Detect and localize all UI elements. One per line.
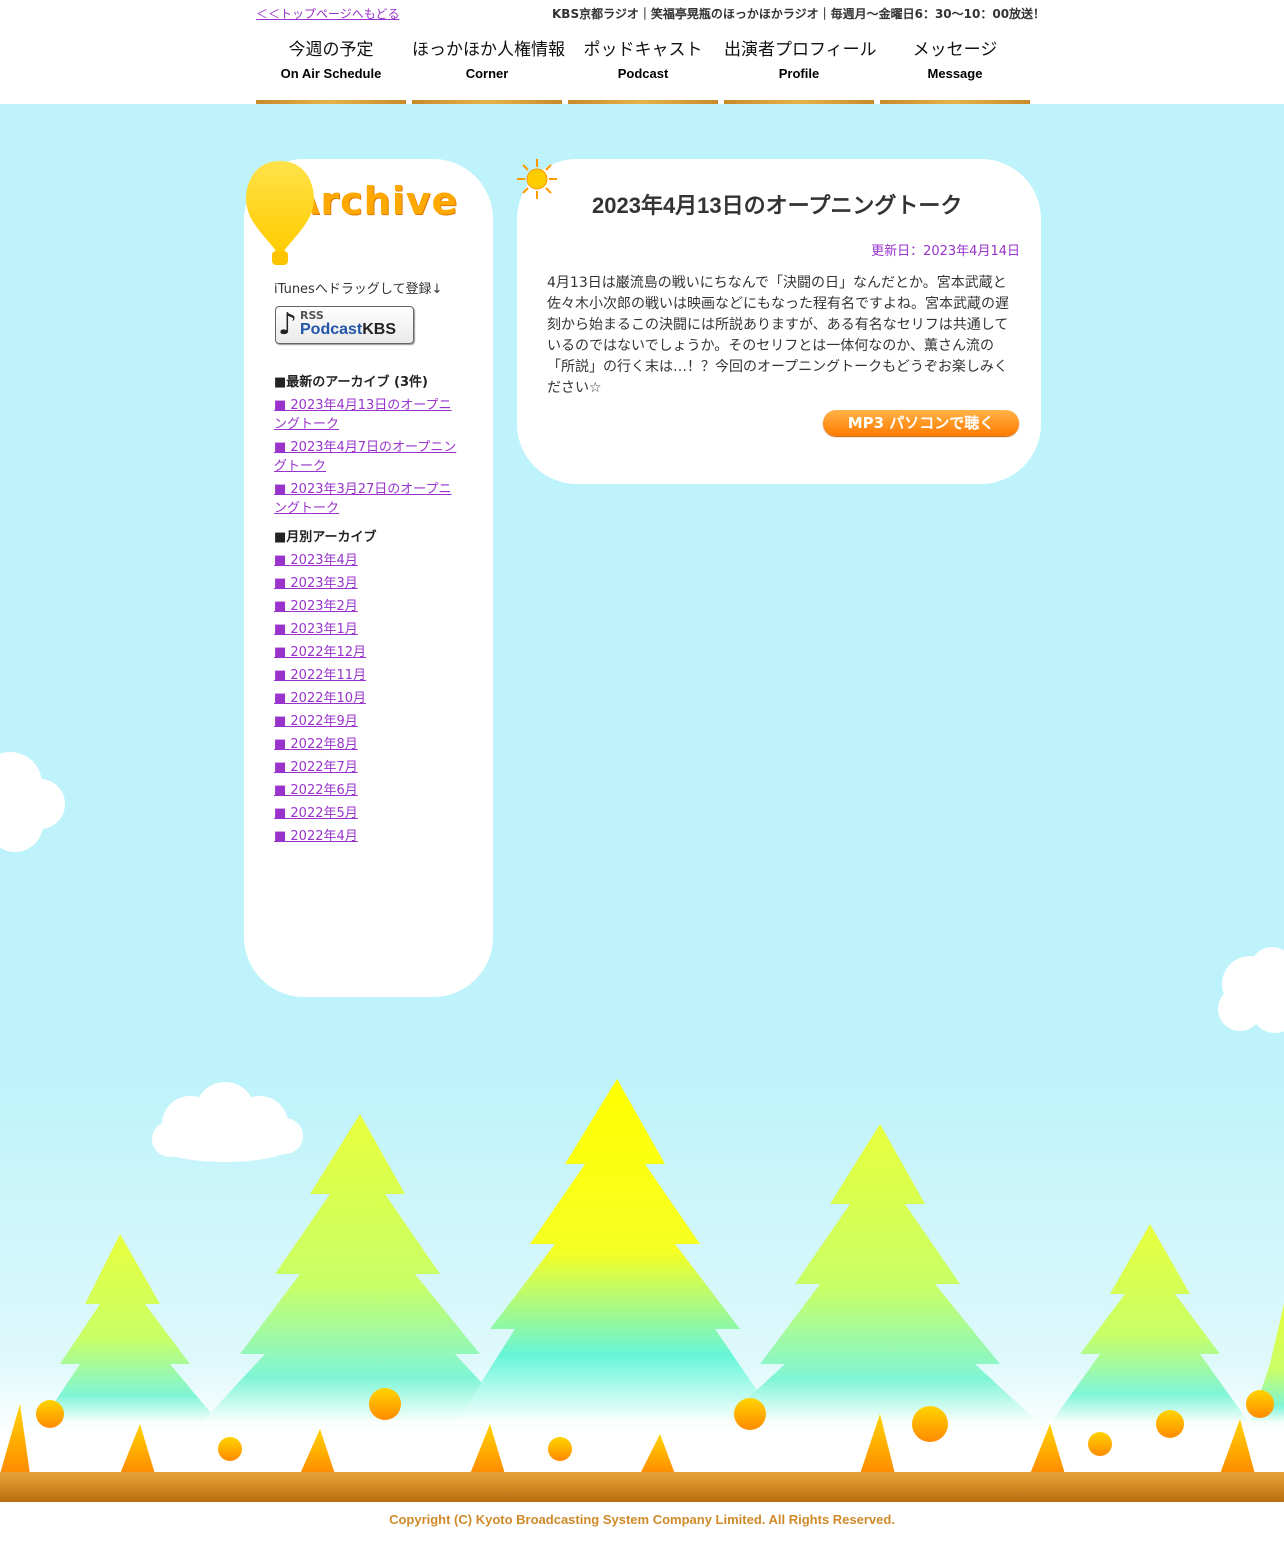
program-tagline: KBS京都ラジオ｜笑福亭晃瓶のほっかほかラジオ｜毎週月～金曜日6：30～10：0… bbox=[552, 7, 1046, 21]
podcast-word: Podcast bbox=[300, 321, 363, 338]
kbs-word: KBS bbox=[362, 321, 397, 338]
nav-label-jp: ポッドキャスト bbox=[583, 40, 703, 60]
itunes-label: iTunesへドラッグして登録↓ bbox=[274, 282, 443, 297]
mp3-play-button[interactable]: MP3 パソコンで聴く bbox=[823, 410, 1019, 436]
monthly-archive-link[interactable]: ■ 2022年5月 bbox=[274, 804, 464, 823]
nav-label-en: Podcast bbox=[617, 66, 669, 81]
monthly-archive-link[interactable]: ■ 2022年7月 bbox=[274, 758, 464, 777]
main-nav: 今週の予定 On Air Schedule ほっかほか人権情報 Corner ポ… bbox=[256, 30, 1036, 104]
monthly-archive-link[interactable]: ■ 2023年4月 bbox=[274, 551, 464, 570]
back-to-top-link[interactable]: ＜＜トップページへもどる bbox=[256, 5, 400, 22]
monthly-archive-link[interactable]: ■ 2022年6月 bbox=[274, 781, 464, 800]
nav-label-en: On Air Schedule bbox=[280, 66, 382, 81]
monthly-archive-link[interactable]: ■ 2022年4月 bbox=[274, 827, 464, 846]
monthly-archive-link[interactable]: ■ 2022年10月 bbox=[274, 689, 464, 708]
archive-sidebar: Archive iTunesへドラッグして登録↓ ♪ RSS PodcastKB… bbox=[244, 159, 493, 997]
nav-item-schedule[interactable]: 今週の予定 On Air Schedule bbox=[256, 30, 406, 104]
rss-podcast-badge[interactable]: ♪ RSS PodcastKBS bbox=[275, 306, 414, 344]
nav-label-jp: メッセージ bbox=[912, 40, 998, 60]
nav-label-jp: ほっかほか人権情報 bbox=[412, 40, 565, 60]
monthly-archive-link[interactable]: ■ 2022年12月 bbox=[274, 643, 464, 662]
monthly-archive-link[interactable]: ■ 2022年11月 bbox=[274, 666, 464, 685]
post-title: 2023年4月13日のオープニングトーク bbox=[592, 193, 963, 218]
post-body: 4月13日は巌流島の戦いにちなんで「決闘の日」なんだとか。宮本武蔵と佐々木小次郎… bbox=[547, 275, 1009, 396]
nav-label-en: Corner bbox=[465, 66, 509, 81]
top-bar: ＜＜トップページへもどる KBS京都ラジオ｜笑福亭晃瓶のほっかほかラジオ｜毎週月… bbox=[0, 0, 1284, 104]
nav-label-jp: 今週の予定 bbox=[288, 40, 374, 60]
balloon-icon bbox=[246, 161, 314, 265]
nav-label-en: Profile bbox=[778, 66, 820, 81]
footer: Copyright (C) Kyoto Broadcasting System … bbox=[0, 1502, 1284, 1545]
article-card: 2023年4月13日のオープニングトーク 更新日：2023年4月14日 4月13… bbox=[517, 159, 1041, 484]
nav-item-profile[interactable]: 出演者プロフィール Profile bbox=[724, 30, 877, 104]
latest-archive-heading: ■最新のアーカイブ (3件) bbox=[274, 375, 428, 390]
sky-background: Archive iTunesへドラッグして登録↓ ♪ RSS PodcastKB… bbox=[0, 104, 1284, 1502]
nav-label-jp: 出演者プロフィール bbox=[724, 40, 877, 60]
monthly-archive-link[interactable]: ■ 2023年1月 bbox=[274, 620, 464, 639]
monthly-archive-link[interactable]: ■ 2023年3月 bbox=[274, 574, 464, 593]
music-note-icon: ♪ bbox=[278, 307, 298, 342]
ground-strip bbox=[0, 1472, 1284, 1502]
copyright-text: Copyright (C) Kyoto Broadcasting System … bbox=[389, 1512, 895, 1527]
updated-date: 更新日：2023年4月14日 bbox=[871, 244, 1020, 259]
latest-archive-link[interactable]: ■ 2023年4月13日のオープニングトーク bbox=[274, 396, 464, 434]
nav-item-corner[interactable]: ほっかほか人権情報 Corner bbox=[412, 30, 565, 104]
sun-icon bbox=[517, 159, 557, 199]
podcast-label: PodcastKBS bbox=[300, 321, 396, 339]
nav-item-message[interactable]: メッセージ Message bbox=[880, 30, 1030, 104]
nav-item-podcast[interactable]: ポッドキャスト Podcast bbox=[568, 30, 718, 104]
latest-archive-link[interactable]: ■ 2023年4月7日のオープニングトーク bbox=[274, 438, 464, 476]
nav-label-en: Message bbox=[927, 66, 983, 81]
monthly-archive-link[interactable]: ■ 2022年8月 bbox=[274, 735, 464, 754]
latest-archive-link[interactable]: ■ 2023年3月27日のオープニングトーク bbox=[274, 480, 464, 518]
cloud-icon bbox=[0, 752, 1284, 1162]
monthly-archive-heading: ■月別アーカイブ bbox=[274, 530, 377, 545]
monthly-archive-link[interactable]: ■ 2023年2月 bbox=[274, 597, 464, 616]
monthly-archive-link[interactable]: ■ 2022年9月 bbox=[274, 712, 464, 731]
